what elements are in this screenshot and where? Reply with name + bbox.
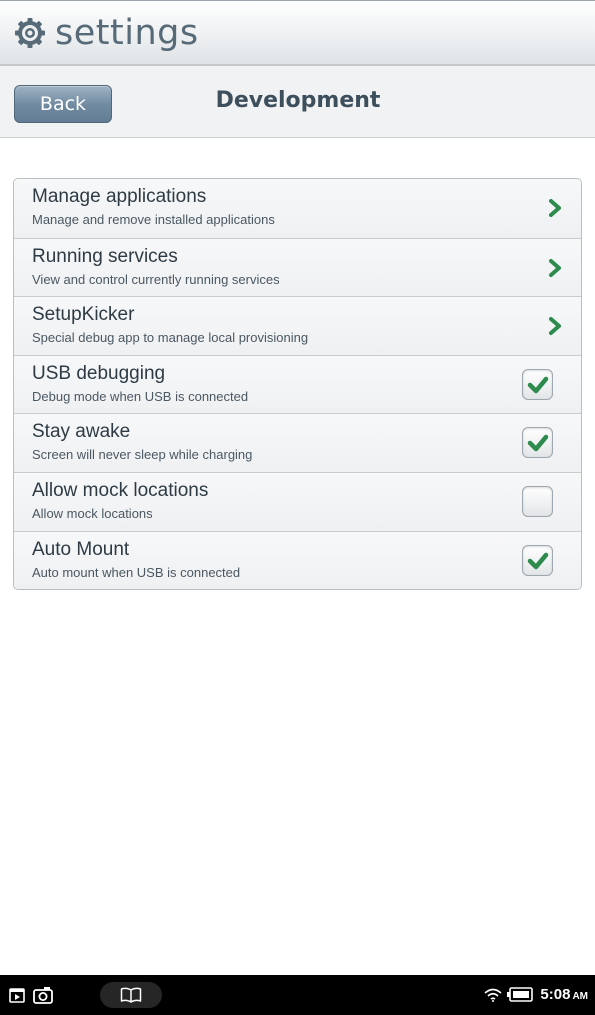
- status-clock: 5:08 AM: [540, 986, 588, 1003]
- auto-mount-checkbox[interactable]: [522, 544, 553, 576]
- setting-title: Running services: [32, 245, 178, 267]
- setting-subtitle: Auto mount when USB is connected: [32, 564, 241, 580]
- clock-time: 5:08: [540, 986, 571, 1003]
- library-button[interactable]: [100, 982, 162, 1008]
- allow-mock-locations-checkbox[interactable]: [522, 485, 553, 517]
- setting-subtitle: Debug mode when USB is connected: [32, 388, 249, 404]
- camera-icon[interactable]: [33, 986, 53, 1004]
- setting-subtitle: Screen will never sleep while charging: [32, 447, 253, 463]
- chevron-right-icon[interactable]: [547, 315, 563, 337]
- stay-awake-checkbox[interactable]: [522, 427, 553, 459]
- usb-debugging-checkbox[interactable]: [522, 368, 553, 400]
- battery-icon: [507, 987, 533, 1002]
- setting-running-services[interactable]: Running services View and control curren…: [14, 237, 581, 297]
- setting-usb-debugging[interactable]: USB debugging Debug mode when USB is con…: [14, 354, 581, 414]
- setting-title: SetupKicker: [32, 304, 135, 326]
- system-status-bar: 5:08 AM: [0, 975, 595, 1015]
- setting-title: Auto Mount: [32, 538, 130, 560]
- app-title-text: settings: [55, 12, 199, 53]
- gear-icon: [15, 18, 45, 48]
- app-notification-icon[interactable]: [9, 987, 25, 1003]
- setting-title: Stay awake: [32, 421, 131, 443]
- checkmark-icon: [527, 552, 549, 569]
- setting-subtitle: View and control currently running servi…: [32, 271, 280, 287]
- wifi-icon: [484, 988, 502, 1002]
- setting-title: Allow mock locations: [32, 479, 209, 501]
- setting-subtitle: Manage and remove installed applications: [32, 212, 275, 227]
- checkmark-icon: [527, 376, 549, 394]
- page-title: Development: [215, 88, 381, 113]
- setting-setupkicker[interactable]: SetupKicker Special debug app to manage …: [14, 296, 581, 355]
- clock-ampm: AM: [572, 991, 588, 1002]
- setting-stay-awake[interactable]: Stay awake Screen will never sleep while…: [14, 413, 581, 472]
- setting-subtitle: Allow mock locations: [32, 505, 153, 521]
- back-button[interactable]: Back: [14, 85, 112, 123]
- navigation-bar: Back Development: [0, 66, 595, 138]
- setting-subtitle: Special debug app to manage local provis…: [32, 330, 309, 346]
- setting-allow-mock-locations[interactable]: Allow mock locations Allow mock location…: [14, 471, 581, 531]
- setting-title: USB debugging: [32, 362, 166, 384]
- setting-auto-mount[interactable]: Auto Mount Auto mount when USB is connec…: [14, 530, 581, 590]
- setting-manage-applications[interactable]: Manage applications Manage and remove in…: [14, 179, 581, 238]
- chevron-right-icon[interactable]: [547, 257, 563, 279]
- setting-title: Manage applications: [32, 186, 207, 207]
- chevron-right-icon[interactable]: [547, 197, 563, 219]
- checkmark-icon: [527, 435, 549, 452]
- app-title: settings: [14, 11, 199, 55]
- app-header: settings: [0, 0, 595, 66]
- book-icon: [120, 987, 142, 1003]
- settings-list: Manage applications Manage and remove in…: [13, 178, 582, 591]
